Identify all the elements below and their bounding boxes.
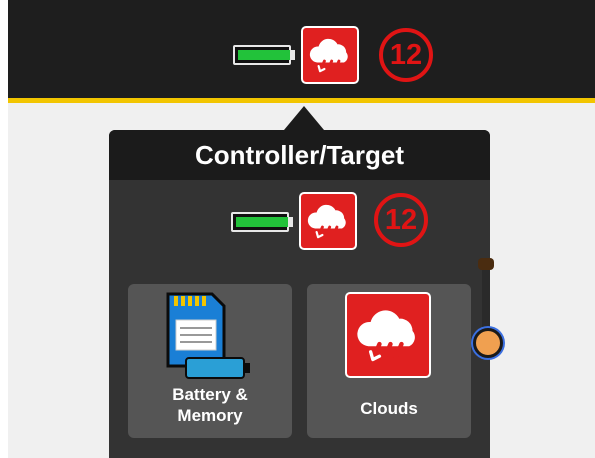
cloud-sync-icon <box>345 292 431 378</box>
battery-memory-label-text: Battery & Memory <box>172 385 248 425</box>
battery-level-fill <box>236 217 290 227</box>
cloud-count-badge: 12 <box>374 193 428 247</box>
slider-knob[interactable] <box>473 328 503 358</box>
cloud-sync-icon[interactable] <box>299 192 357 250</box>
battery-memory-tile[interactable]: Battery & Memory <box>128 284 292 438</box>
clouds-label: Clouds <box>360 399 418 418</box>
clouds-tile[interactable]: Clouds <box>307 284 471 438</box>
cloud-count-badge: 12 <box>379 28 433 82</box>
slider-cap <box>478 258 494 270</box>
cloud-count-value: 12 <box>384 203 418 236</box>
cloud-sync-icon[interactable] <box>301 26 359 84</box>
popover-title: Controller/Target <box>109 130 490 180</box>
battery-level-fill <box>238 50 292 60</box>
battery-memory-label: Battery & Memory <box>128 384 292 426</box>
sd-card-battery-icon <box>164 290 254 382</box>
cloud-count-value: 12 <box>389 38 423 71</box>
popover-arrow <box>284 106 324 130</box>
